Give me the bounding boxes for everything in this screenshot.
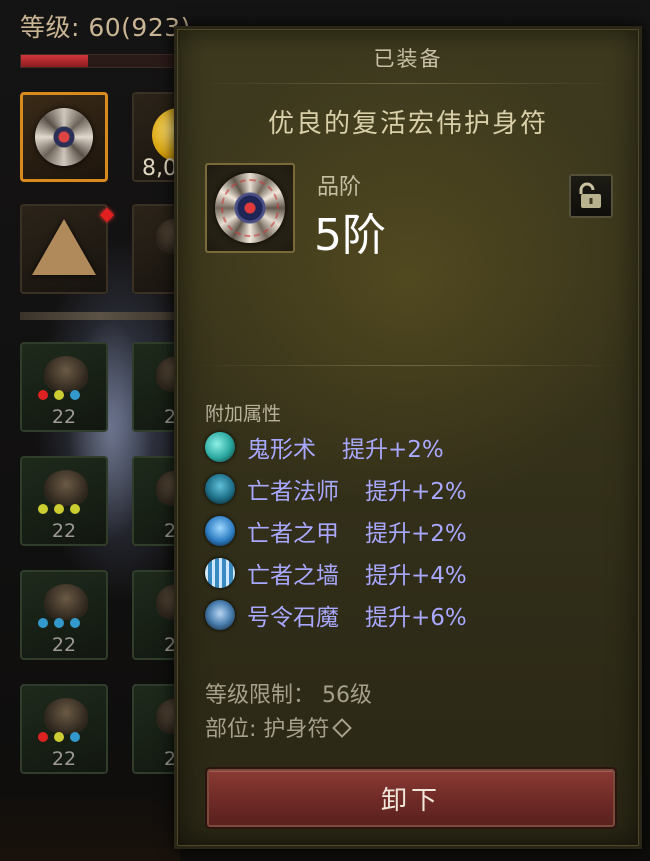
gem-slot[interactable]: 22 xyxy=(20,570,108,660)
gem-rank: 22 xyxy=(51,406,77,428)
affix-bonus: 提升+6% xyxy=(365,605,467,631)
panel-footer-shade xyxy=(0,780,180,861)
skeleton-mage-icon xyxy=(205,474,235,504)
affix-row: 亡者之甲 提升+2% xyxy=(205,513,467,549)
header-divider xyxy=(197,83,619,84)
rune-slot[interactable] xyxy=(20,204,115,294)
rune-icon xyxy=(32,219,96,275)
attributes-label: 附加属性 xyxy=(205,403,282,425)
socket-gems xyxy=(38,732,80,742)
gem-item-icon xyxy=(44,356,88,392)
affix-bonus: 提升+2% xyxy=(365,479,467,505)
amulet-icon xyxy=(215,173,285,243)
gem-slot[interactable]: 22 xyxy=(20,342,108,432)
gem-item-icon xyxy=(44,698,88,734)
ghost-skill-icon xyxy=(205,432,235,462)
character-level: 等级: 60(923) xyxy=(20,13,191,42)
slot-type: 部位: 护身符 xyxy=(205,717,330,742)
bone-armor-icon xyxy=(205,516,235,546)
gem-item-icon xyxy=(44,470,88,506)
gem-slot[interactable]: 22 xyxy=(20,456,108,546)
affix-name: 亡者之甲 xyxy=(247,521,339,547)
gold-count: 8,0 xyxy=(142,156,177,181)
socket-gems xyxy=(38,618,80,628)
item-name: 优良的复活宏伟护身符 xyxy=(267,109,548,139)
affix-name: 亡者之墙 xyxy=(247,563,339,589)
unequip-button[interactable]: 卸下 xyxy=(207,769,615,827)
affix-name: 鬼形术 xyxy=(247,437,316,463)
gem-rank: 22 xyxy=(51,748,77,770)
item-icon-frame xyxy=(205,163,295,253)
lock-toggle-button[interactable] xyxy=(569,174,613,218)
amulet-slot-icon xyxy=(332,718,353,738)
section-divider xyxy=(197,365,619,366)
affix-bonus: 提升+2% xyxy=(342,437,444,463)
affix-row: 亡者法师 提升+2% xyxy=(205,471,467,507)
affix-bonus: 提升+2% xyxy=(365,521,467,547)
amulet-icon xyxy=(35,108,93,166)
item-tooltip: 已装备 优良的复活宏伟护身符 品阶 5阶 附加属性 鬼形术 提升+2% 亡者法师… xyxy=(174,26,642,849)
gem-rank: 22 xyxy=(51,634,77,656)
command-golem-icon xyxy=(205,600,235,630)
affix-row: 鬼形术 提升+2% xyxy=(205,429,444,465)
gem-rank: 22 xyxy=(51,520,77,542)
gem-item-icon xyxy=(44,584,88,620)
xp-bar-fill xyxy=(21,55,89,67)
quality-label: 品阶 xyxy=(317,175,362,200)
slot-type-row: 部位: 护身符 xyxy=(205,711,353,743)
level-requirement: 等级限制： 56级 xyxy=(205,683,372,708)
socket-gems xyxy=(38,390,80,400)
quality-value: 5阶 xyxy=(314,210,386,261)
panel-divider xyxy=(20,312,180,320)
affix-name: 亡者法师 xyxy=(247,479,339,505)
affix-row: 亡者之墙 提升+4% xyxy=(205,555,467,591)
xp-bar xyxy=(20,54,182,68)
socket-gems xyxy=(38,504,80,514)
gem-slot[interactable]: 22 xyxy=(20,684,108,774)
affix-name: 号令石魔 xyxy=(247,605,339,631)
lock-open-icon xyxy=(579,182,601,208)
bone-wall-icon xyxy=(205,558,235,588)
amulet-slot[interactable] xyxy=(20,92,108,182)
affix-row: 号令石魔 提升+6% xyxy=(205,597,467,633)
affix-bonus: 提升+4% xyxy=(365,563,467,589)
tooltip-header: 已装备 xyxy=(373,47,443,71)
notification-icon xyxy=(99,207,115,223)
